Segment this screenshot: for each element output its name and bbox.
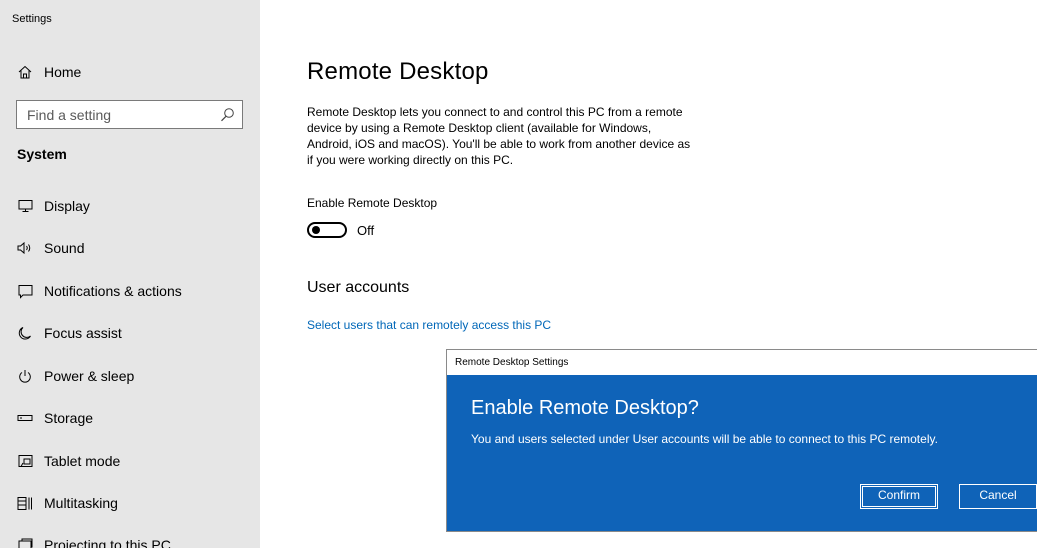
dialog-message: You and users selected under User accoun… xyxy=(471,432,938,446)
dialog-titlebar[interactable]: Remote Desktop Settings xyxy=(447,350,1037,375)
sidebar-item-multitasking[interactable]: Multitasking xyxy=(0,483,260,523)
confirm-dialog: Remote Desktop Settings Enable Remote De… xyxy=(446,349,1037,532)
sidebar: Settings Home System Display Sound xyxy=(0,0,260,548)
confirm-button[interactable]: Confirm xyxy=(860,484,938,509)
sidebar-item-label: Projecting to this PC xyxy=(44,537,171,548)
sidebar-item-power-sleep[interactable]: Power & sleep xyxy=(0,356,260,396)
sidebar-item-display[interactable]: Display xyxy=(0,186,260,226)
sidebar-item-notifications[interactable]: Notifications & actions xyxy=(0,271,260,311)
sidebar-item-storage[interactable]: Storage xyxy=(0,398,260,438)
toggle-label: Enable Remote Desktop xyxy=(307,196,438,210)
sidebar-item-focus-assist[interactable]: Focus assist xyxy=(0,313,260,353)
select-users-link[interactable]: Select users that can remotely access th… xyxy=(307,318,551,332)
toggle-state-text: Off xyxy=(357,223,375,238)
sidebar-item-sound[interactable]: Sound xyxy=(0,228,260,268)
sidebar-item-home[interactable]: Home xyxy=(0,52,260,92)
display-icon xyxy=(17,198,33,214)
sidebar-item-tablet-mode[interactable]: Tablet mode xyxy=(0,441,260,481)
sidebar-item-label: Display xyxy=(44,198,90,214)
remote-desktop-toggle[interactable] xyxy=(307,222,347,238)
sidebar-item-label: Multitasking xyxy=(44,495,118,511)
sidebar-item-label: Focus assist xyxy=(44,325,122,341)
search-field[interactable] xyxy=(16,100,243,129)
sidebar-item-label: Sound xyxy=(44,240,85,256)
storage-icon xyxy=(17,410,33,426)
moon-icon xyxy=(17,325,33,341)
page-title: Remote Desktop xyxy=(307,58,489,85)
tablet-mode-icon xyxy=(17,453,33,469)
multitasking-icon xyxy=(17,495,33,511)
page-description: Remote Desktop lets you connect to and c… xyxy=(307,105,691,167)
home-icon xyxy=(17,64,33,80)
sound-icon xyxy=(17,240,33,256)
sidebar-item-label: Power & sleep xyxy=(44,368,135,384)
dialog-heading: Enable Remote Desktop? xyxy=(471,397,699,419)
search-input[interactable] xyxy=(17,101,212,128)
app-title: Settings xyxy=(12,13,52,25)
notifications-icon xyxy=(17,283,33,299)
settings-window: Settings Home System Display Sound xyxy=(0,0,1037,548)
sidebar-item-label: Home xyxy=(44,64,82,80)
section-label-system: System xyxy=(17,146,67,162)
projecting-icon xyxy=(17,537,33,548)
sidebar-item-label: Tablet mode xyxy=(44,453,121,469)
sidebar-item-projecting[interactable]: Projecting to this PC xyxy=(0,525,260,548)
dialog-window-title: Remote Desktop Settings xyxy=(455,357,569,368)
search-icon[interactable] xyxy=(220,107,235,122)
toggle-knob xyxy=(312,226,320,234)
sidebar-item-label: Storage xyxy=(44,410,94,426)
user-accounts-heading: User accounts xyxy=(307,279,410,296)
power-icon xyxy=(17,368,33,384)
sidebar-item-label: Notifications & actions xyxy=(44,283,182,299)
cancel-button[interactable]: Cancel xyxy=(959,484,1037,509)
